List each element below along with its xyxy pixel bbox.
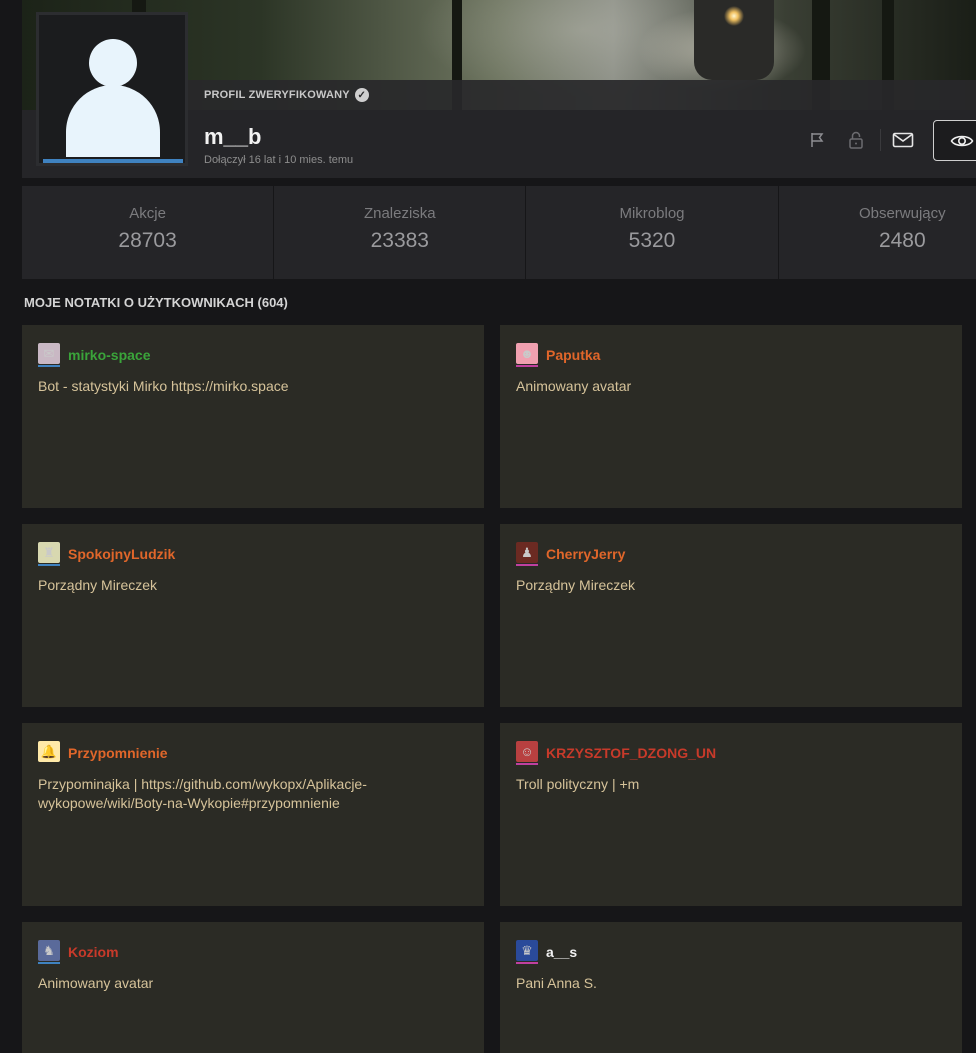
- note-header: ♟ CherryJerry: [516, 542, 946, 566]
- banner-motorcycle-image: [694, 0, 774, 80]
- note-card: ♞ Koziom Animowany avatar: [22, 922, 484, 1053]
- stat-value: 2480: [878, 229, 926, 252]
- profile-stats: Akcje 28703 Znaleziska 23383 Mikroblog 5…: [22, 186, 976, 279]
- note-header: ☺ KRZYSZTOF_DZONG_UN: [516, 741, 946, 765]
- note-header: ♜ SpokojnyLudzik: [38, 542, 468, 566]
- note-header: ♞ Koziom: [38, 940, 468, 964]
- note-text: Animowany avatar: [516, 378, 632, 394]
- note-text: Porządny Mireczek: [516, 577, 636, 593]
- stat-obserwujacy[interactable]: Obserwujący 2480: [778, 186, 976, 279]
- stat-label: Znaleziska: [363, 205, 436, 222]
- note-card: ♛ a__s Pani Anna S.: [500, 922, 962, 1053]
- note-text: Pani Anna S.: [516, 975, 597, 991]
- verified-badge: PROFIL ZWERYFIKOWANY ✓: [204, 88, 369, 102]
- note-username-link[interactable]: Koziom: [68, 944, 119, 960]
- avatar-head-shape: [89, 39, 137, 87]
- note-text: Animowany avatar: [38, 975, 154, 991]
- note-username-link[interactable]: CherryJerry: [546, 546, 625, 562]
- note-header: ✉ mirko-space: [38, 343, 468, 367]
- mail-icon: [892, 132, 914, 148]
- user-avatar-image: ♛: [516, 940, 538, 961]
- stat-akcje[interactable]: Akcje 28703: [22, 186, 274, 279]
- avatar[interactable]: [36, 12, 188, 166]
- user-avatar-underline: [516, 962, 538, 964]
- check-circle-icon: ✓: [354, 88, 369, 102]
- username: m__b: [204, 124, 262, 149]
- notes-section-title: MOJE NOTATKI O UŻYTKOWNIKACH (604): [24, 295, 288, 310]
- user-avatar[interactable]: 🔔: [38, 741, 60, 765]
- note-username-link[interactable]: mirko-space: [68, 347, 150, 363]
- note-card: ♟ CherryJerry Porządny Mireczek: [500, 524, 962, 707]
- stat-label: Obserwujący: [858, 205, 946, 222]
- verified-label: PROFIL ZWERYFIKOWANY: [204, 89, 350, 101]
- observe-button[interactable]: [933, 120, 976, 161]
- user-avatar-underline: [516, 763, 538, 765]
- joined-date: Dołączył 16 lat i 10 mies. temu: [204, 154, 354, 166]
- report-button[interactable]: [804, 120, 832, 160]
- user-avatar-underline: [38, 564, 60, 566]
- lock-icon: [849, 131, 863, 149]
- user-avatar-underline: [38, 365, 60, 367]
- note-text: Przypominajka | https://github.com/wykop…: [38, 776, 367, 811]
- eye-icon: [950, 135, 974, 146]
- user-avatar-image: ♟: [516, 542, 538, 563]
- note-username-link[interactable]: KRZYSZTOF_DZONG_UN: [546, 745, 716, 761]
- user-avatar[interactable]: ☻: [516, 343, 538, 367]
- user-avatar[interactable]: ☺: [516, 741, 538, 765]
- stat-label: Akcje: [129, 205, 166, 222]
- note-header: 🔔 Przypomnienie: [38, 741, 468, 765]
- note-card: ✉ mirko-space Bot - statystyki Mirko https…: [22, 325, 484, 508]
- user-avatar-underline: [516, 564, 538, 566]
- avatar-underline: [43, 159, 183, 163]
- note-card: ☺ KRZYSZTOF_DZONG_UN Troll polityczny | +m: [500, 723, 962, 906]
- user-avatar[interactable]: ♜: [38, 542, 60, 566]
- flag-icon: [811, 133, 824, 147]
- user-avatar-image: ☺: [516, 741, 538, 762]
- note-header: ♛ a__s: [516, 940, 946, 964]
- stat-value: 23383: [370, 229, 429, 252]
- note-text: Bot - statystyki Mirko https://mirko.spa…: [38, 378, 289, 394]
- note-header: ☻ Paputka: [516, 343, 946, 367]
- user-avatar-image: ♜: [38, 542, 60, 563]
- note-username-link[interactable]: a__s: [546, 944, 577, 960]
- user-avatar[interactable]: ♟: [516, 542, 538, 566]
- stat-mikroblog[interactable]: Mikroblog 5320: [526, 186, 778, 279]
- user-avatar-image: ☻: [516, 343, 538, 364]
- note-card: ♜ SpokojnyLudzik Porządny Mireczek: [22, 524, 484, 707]
- user-avatar-image: ♞: [38, 940, 60, 961]
- user-avatar[interactable]: ✉: [38, 343, 60, 367]
- profile-actions: [804, 120, 927, 160]
- user-avatar[interactable]: ♛: [516, 940, 538, 964]
- note-card: ☻ Paputka Animowany avatar: [500, 325, 962, 508]
- stat-value: 28703: [118, 229, 177, 252]
- user-avatar-underline: [516, 365, 538, 367]
- actions-divider: [880, 129, 881, 151]
- user-avatar-image: ✉: [38, 343, 60, 364]
- message-button[interactable]: [889, 120, 917, 160]
- stat-znaleziska[interactable]: Znaleziska 23383: [274, 186, 526, 279]
- note-card: 🔔 Przypomnienie Przypominajka | https://gi…: [22, 723, 484, 906]
- block-button[interactable]: [842, 120, 870, 160]
- avatar-body-shape: [66, 85, 160, 157]
- user-avatar[interactable]: ♞: [38, 940, 60, 964]
- note-text: Porządny Mireczek: [38, 577, 158, 593]
- user-avatar-underline: [38, 962, 60, 964]
- stat-label: Mikroblog: [619, 205, 685, 222]
- note-text: Troll polityczny | +m: [516, 776, 640, 792]
- note-username-link[interactable]: Paputka: [546, 347, 600, 363]
- user-avatar-image: 🔔: [38, 741, 60, 762]
- stat-value: 5320: [628, 229, 676, 252]
- user-avatar-underline: [38, 763, 60, 765]
- note-username-link[interactable]: Przypomnienie: [68, 745, 168, 761]
- note-username-link[interactable]: SpokojnyLudzik: [68, 546, 175, 562]
